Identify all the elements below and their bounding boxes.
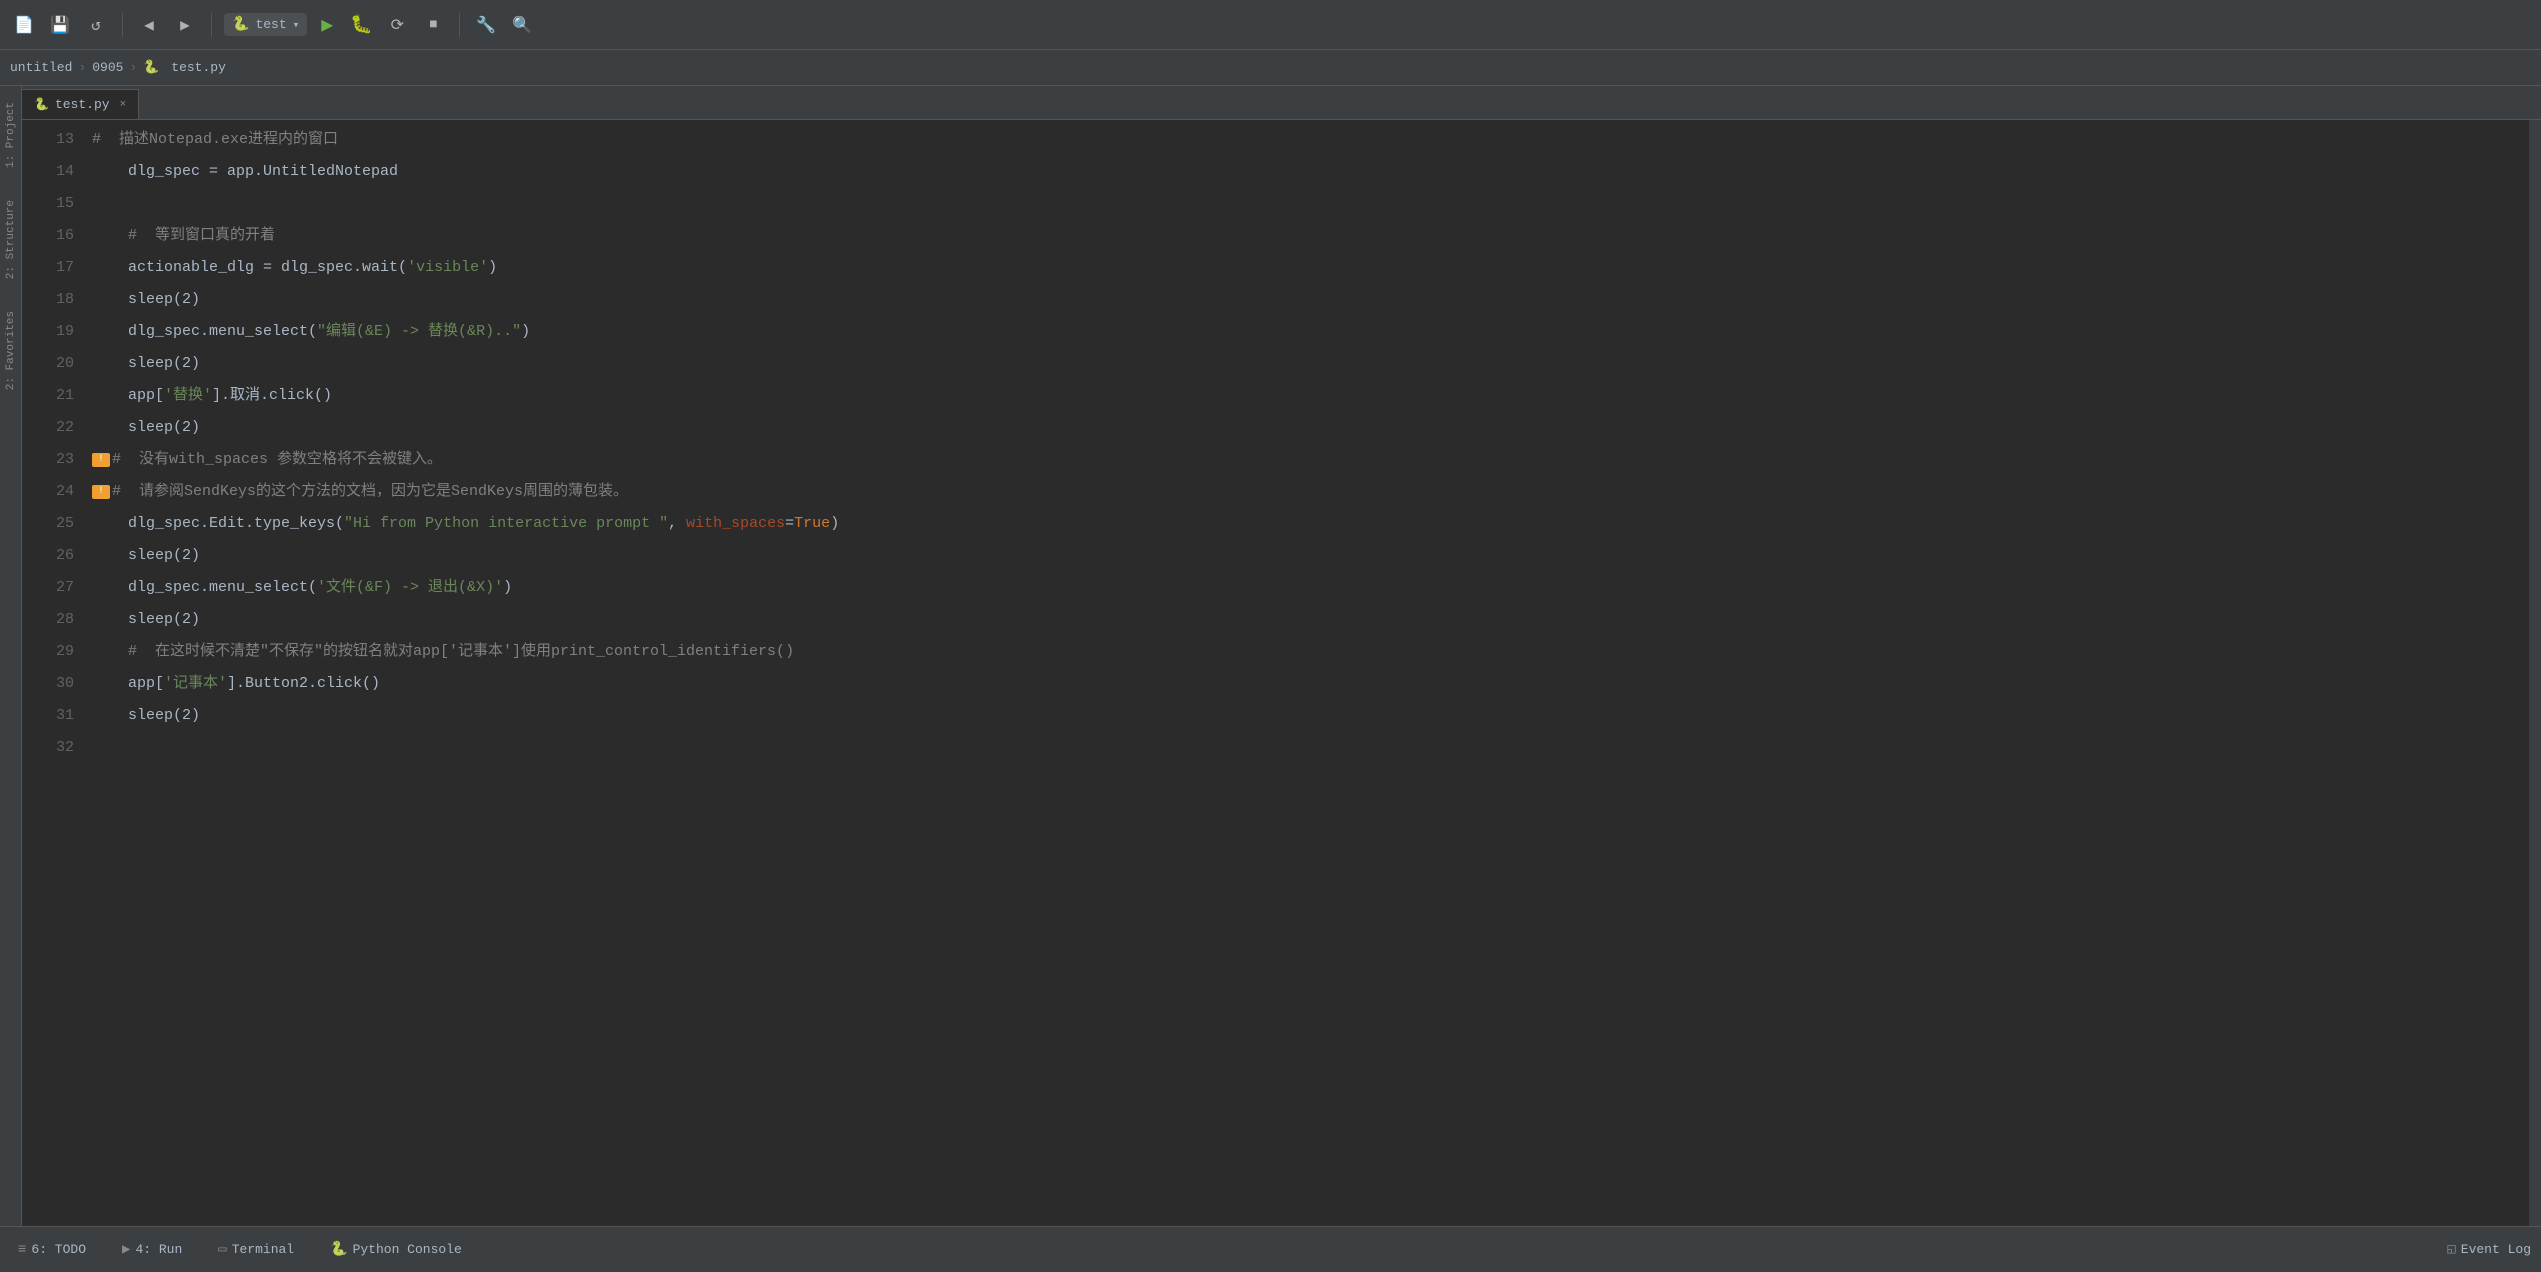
code-line-29: # 在这时候不清楚"不保存"的按钮名就对app['记事本']使用print_co… [82,636,2529,668]
bottom-tab-event-log[interactable]: ◱ Event Log [2447,1241,2531,1258]
line-num-23: 23 [30,444,74,476]
new-file-icon[interactable]: 📄 [10,11,38,39]
event-log-label: Event Log [2461,1242,2531,1257]
code-line-22: sleep(2) [82,412,2529,444]
breadcrumb-sep-2: › [129,60,137,75]
breadcrumb-file[interactable]: 🐍 test.py [143,60,226,75]
line-num-20: 20 [30,348,74,380]
bottom-tab-terminal[interactable]: ▭ Terminal [210,1237,302,1262]
debug-icon[interactable]: 🐛 [347,11,375,39]
save-icon[interactable]: 💾 [46,11,74,39]
sidebar-tab-project[interactable]: 1: Project [3,96,19,174]
separator-2 [211,13,212,37]
breadcrumb-project[interactable]: untitled [10,60,72,75]
line-num-31: 31 [30,700,74,732]
code-line-16: # 等到窗口真的开着 [82,220,2529,252]
forward-icon[interactable]: ▶ [171,11,199,39]
code-line-25: dlg_spec.Edit.type_keys("Hi from Python … [82,508,2529,540]
code-line-24: !# 请参阅SendKeys的这个方法的文档，因为它是SendKeys周围的薄包… [82,476,2529,508]
line-num-30: 30 [30,668,74,700]
line-num-19: 19 [30,316,74,348]
code-line-19: dlg_spec.menu_select("编辑(&E) -> 替换(&R)..… [82,316,2529,348]
sidebar-tab-favorites[interactable]: 2: Favorites [3,305,19,396]
warning-icon-24: ! [92,485,110,499]
code-content[interactable]: # 描述Notepad.exe进程内的窗口 dlg_spec = app.Unt… [82,120,2529,1226]
sidebar-tab-structure[interactable]: 2: Structure [3,194,19,285]
line-num-25: 25 [30,508,74,540]
left-sidebar: 1: Project 2: Structure 2: Favorites [0,86,22,1226]
code-line-20: sleep(2) [82,348,2529,380]
search-everywhere-icon[interactable]: 🔍 [508,11,536,39]
run-tab-icon: ▶ [122,1241,130,1258]
editor-area: 🐍 test.py × 13 14 15 16 17 18 19 20 21 2… [22,86,2541,1226]
separator-1 [122,13,123,37]
line-num-14: 14 [30,156,74,188]
file-tab-test-py[interactable]: 🐍 test.py × [22,89,139,119]
code-line-13: # 描述Notepad.exe进程内的窗口 [82,124,2529,156]
bottom-tab-run[interactable]: ▶ 4: Run [114,1237,190,1262]
run-config-selector[interactable]: 🐍 test ▾ [224,13,307,36]
line-num-22: 22 [30,412,74,444]
code-line-18: sleep(2) [82,284,2529,316]
run-button[interactable]: ▶ [315,10,339,40]
toolbar: 📄 💾 ↺ ◀ ▶ 🐍 test ▾ ▶ 🐛 ⟳ ⏹ 🔧 🔍 [0,0,2541,50]
file-tab-close-button[interactable]: × [120,99,127,111]
main-area: 1: Project 2: Structure 2: Favorites 🐍 t… [0,86,2541,1226]
bottom-tab-python-console[interactable]: 🐍 Python Console [322,1237,470,1262]
line-num-27: 27 [30,572,74,604]
line-num-17: 17 [30,252,74,284]
line-num-26: 26 [30,540,74,572]
code-line-27: dlg_spec.menu_select('文件(&F) -> 退出(&X)') [82,572,2529,604]
line-num-21: 21 [30,380,74,412]
line-num-16: 16 [30,220,74,252]
code-line-21: app['替换'].取消.click() [82,380,2529,412]
line-numbers-gutter: 13 14 15 16 17 18 19 20 21 22 23 24 25 2… [22,120,82,1226]
line-num-18: 18 [30,284,74,316]
python-console-label: Python Console [353,1242,462,1257]
code-line-31: sleep(2) [82,700,2529,732]
code-line-15 [82,188,2529,220]
code-line-17: actionable_dlg = dlg_spec.wait('visible'… [82,252,2529,284]
reload-with-changes-icon[interactable]: ⟳ [383,11,411,39]
bottom-tab-todo[interactable]: ≡ 6: TODO [10,1238,94,1262]
breadcrumb: untitled › 0905 › 🐍 test.py [0,50,2541,86]
stop-icon[interactable]: ⏹ [419,11,447,39]
right-scrollbar[interactable] [2529,120,2541,1226]
code-line-14: dlg_spec = app.UntitledNotepad [82,156,2529,188]
python-console-icon: 🐍 [330,1241,347,1258]
line-num-29: 29 [30,636,74,668]
code-line-23: !# 没有with_spaces 参数空格将不会被键入。 [82,444,2529,476]
line-num-28: 28 [30,604,74,636]
todo-label: 6: TODO [31,1242,86,1257]
file-tab-python-icon: 🐍 [34,97,49,112]
run-config-python-icon: 🐍 [232,16,249,33]
line-num-32: 32 [30,732,74,764]
warning-icon-23: ! [92,453,110,467]
breadcrumb-file-icon: 🐍 [143,60,159,75]
file-tab-name: test.py [55,97,110,112]
run-label: 4: Run [135,1242,182,1257]
line-num-15: 15 [30,188,74,220]
code-line-32 [82,732,2529,764]
terminal-icon: ▭ [218,1241,226,1258]
run-config-dropdown-icon: ▾ [293,18,300,32]
code-line-26: sleep(2) [82,540,2529,572]
breadcrumb-sep-1: › [78,60,86,75]
breadcrumb-folder[interactable]: 0905 [92,60,123,75]
line-num-24: 24 [30,476,74,508]
code-editor: 13 14 15 16 17 18 19 20 21 22 23 24 25 2… [22,120,2541,1226]
todo-icon: ≡ [18,1242,26,1258]
file-tabs-bar: 🐍 test.py × [22,86,2541,120]
bottom-toolbar: ≡ 6: TODO ▶ 4: Run ▭ Terminal 🐍 Python C… [0,1226,2541,1272]
line-num-13: 13 [30,124,74,156]
settings-icon[interactable]: 🔧 [472,11,500,39]
separator-3 [459,13,460,37]
terminal-label: Terminal [232,1242,294,1257]
back-icon[interactable]: ◀ [135,11,163,39]
run-config-name: test [255,17,286,32]
code-line-28: sleep(2) [82,604,2529,636]
sync-icon[interactable]: ↺ [82,11,110,39]
event-log-icon: ◱ [2447,1241,2455,1258]
code-line-30: app['记事本'].Button2.click() [82,668,2529,700]
